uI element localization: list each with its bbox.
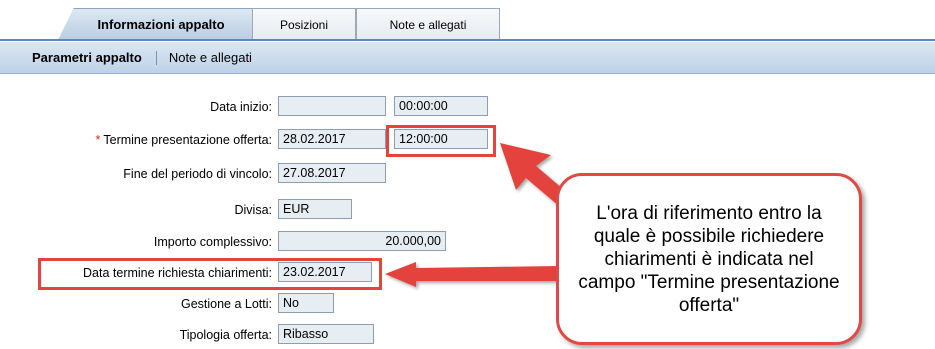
callout-text: L'ora di riferimento entro la quale è po… [578,202,840,316]
callout-bubble: L'ora di riferimento entro la quale è po… [556,173,862,345]
arrow-to-chiarimenti-field [385,262,560,287]
